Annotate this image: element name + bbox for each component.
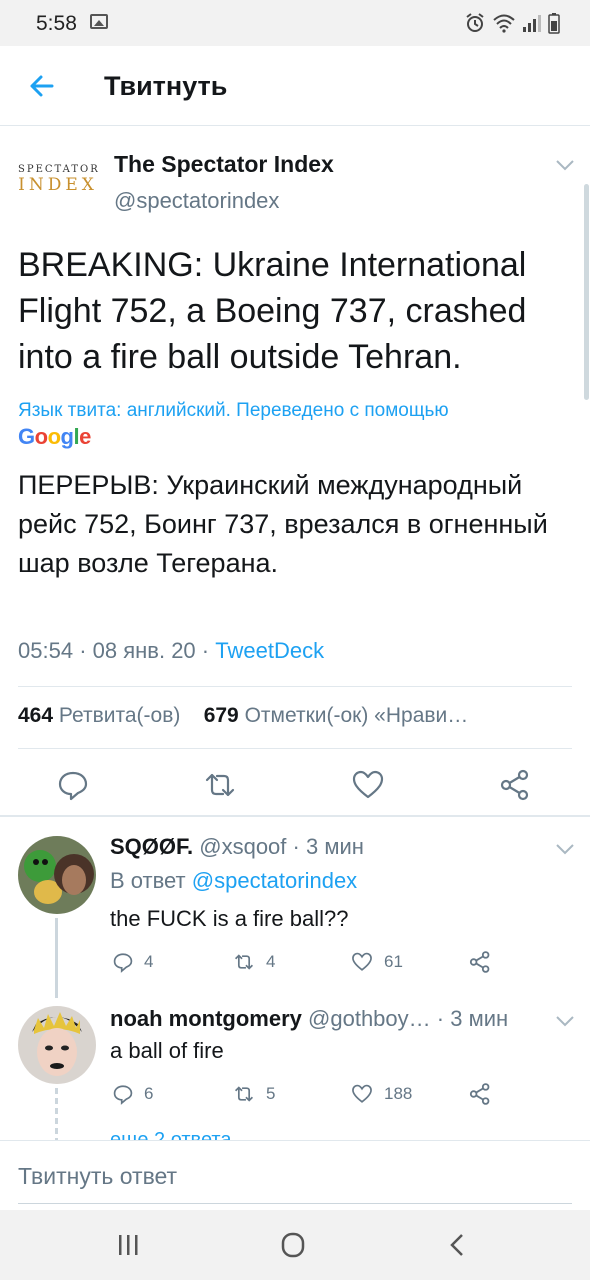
author-avatar[interactable]: SPECTATOR INDEX [18,164,98,204]
like-count[interactable]: 679 [204,704,239,727]
author-handle[interactable]: @spectatorindex [114,188,279,214]
retweet-count: 4 [266,952,276,971]
reply-header: noah montgomery @gothboy… · 3 мин [110,1006,509,1031]
scrollbar[interactable] [584,184,589,400]
wifi-icon [493,14,515,33]
chevron-down-icon[interactable] [554,842,576,856]
reply-like-action[interactable]: 188 [350,1082,412,1106]
reply-time: 3 мин [305,834,364,859]
retweet-icon[interactable] [203,768,237,802]
share-icon[interactable] [498,768,532,802]
reply-count: 6 [144,1084,154,1103]
reply-retweet-action[interactable]: 4 [232,950,275,974]
tweet-source[interactable]: TweetDeck [215,638,324,663]
back-arrow-icon[interactable] [22,66,62,106]
google-logo: Google [18,424,91,449]
reply-input-placeholder[interactable]: Твитнуть ответ [18,1163,177,1190]
reply-author-name[interactable]: SQØØF. [110,834,193,859]
translation-note[interactable]: Язык твита: английский. Переведено с пом… [18,400,449,422]
reply-composer[interactable]: Твитнуть ответ [0,1140,590,1210]
reply-header: SQØØF. @xsqoof · 3 мин [110,834,364,859]
tweet-text: BREAKING: Ukraine International Flight 7… [18,246,527,376]
thread-line [55,918,58,998]
gallery-icon [90,14,108,29]
reply-icon[interactable] [56,768,90,802]
chevron-down-icon[interactable] [554,158,576,172]
retweet-label[interactable]: Ретвита(-ов) [59,704,180,727]
share-icon[interactable] [468,1082,492,1106]
reply-like-action[interactable]: 61 [350,950,403,974]
reply-author-handle[interactable]: @gothboy… [308,1006,431,1031]
divider [18,748,572,749]
show-more-replies-link[interactable]: еще 2 ответа [110,1126,310,1140]
retweet-count: 5 [266,1084,276,1103]
like-heart-icon[interactable] [351,768,385,802]
like-label[interactable]: Отметки(-ок) «Нрави… [245,704,469,727]
status-time: 5:58 [36,12,77,35]
like-heart-icon[interactable] [350,951,374,973]
alarm-icon [466,13,484,32]
reply-icon[interactable] [112,951,134,973]
reply-time: 3 мин [450,1006,509,1031]
chevron-down-icon[interactable] [554,1014,576,1028]
like-count: 188 [384,1084,413,1103]
divider [18,686,572,687]
reply-retweet-action[interactable]: 5 [232,1082,275,1106]
like-heart-icon[interactable] [350,1083,374,1105]
signal-icon [523,15,541,32]
like-count: 61 [384,952,403,971]
recent-apps-icon[interactable] [108,1230,148,1260]
home-icon[interactable] [273,1230,313,1260]
reply-to-handle[interactable]: @spectatorindex [192,868,357,893]
retweet-count[interactable]: 464 [18,704,53,727]
tweet-stats: 464 Ретвита(-ов) 679 Отметки(-ок) «Нрави… [18,704,568,728]
system-navigation-bar [0,1210,590,1280]
section-divider [0,815,590,817]
logo-line1: SPECTATOR [18,164,100,175]
page-title: Твитнуть [104,71,228,101]
translated-text: ПЕРЕРЫВ: Украинский международный рейс 7… [18,470,548,578]
retweet-icon[interactable] [232,951,256,973]
input-underline [18,1203,572,1204]
tweet-time: 05:54 [18,638,74,663]
reply-count: 4 [144,952,154,971]
tweet-date: 08 янв. 20 [92,638,196,663]
author-name[interactable]: The Spectator Index [114,151,334,178]
reply-text: the FUCK is a fire ball?? [110,906,349,931]
reply-to: В ответ @spectatorindex [110,868,357,894]
share-icon[interactable] [468,950,492,974]
status-bar: 5:58 [0,0,590,46]
system-icons [464,12,560,34]
reply-icon[interactable] [112,1083,134,1105]
reply-author-handle[interactable]: @xsqoof [199,834,286,859]
reply-to-prefix: В ответ [110,868,186,893]
logo-line2: INDEX [18,175,98,195]
reply-avatar[interactable] [18,1006,96,1084]
thread-line [55,1088,58,1140]
reply-author-name[interactable]: noah montgomery [110,1006,302,1031]
back-icon[interactable] [438,1230,478,1260]
retweet-icon[interactable] [232,1083,256,1105]
reply-text: a ball of fire [110,1038,224,1063]
tweet-actions [0,760,590,810]
reply-reply-action[interactable]: 6 [112,1082,153,1106]
battery-icon [548,13,560,34]
reply-reply-action[interactable]: 4 [112,950,153,974]
tweet-meta: 05:54 · 08 янв. 20 · TweetDeck [18,638,325,663]
app-header: Твитнуть [0,46,590,126]
reply-avatar[interactable] [18,836,96,914]
